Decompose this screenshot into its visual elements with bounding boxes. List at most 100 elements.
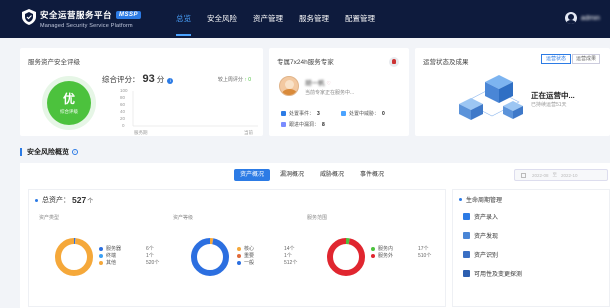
event-icon <box>281 111 286 116</box>
total-assets-label: 总资产： <box>42 197 70 204</box>
lifecycle-label: 资产发现 <box>474 234 499 240</box>
lifecycle-asset-identify[interactable]: 资产识别 <box>463 250 498 259</box>
user-menu[interactable]: admin <box>564 12 600 24</box>
lifecycle-asset-entry[interactable]: 资产录入 <box>463 212 498 221</box>
legend-name: 服务外 <box>378 253 394 259</box>
ops-status-card: 运营状态及成果 运营状态 运营成果 正在运营中... 已持续运营51天 <box>415 48 610 136</box>
score-trend-chart: 100 80 60 40 20 0 服务期 当前 <box>120 88 258 136</box>
lifecycle-availability-detect[interactable]: 可用性及变更探测 <box>463 269 522 278</box>
lifecycle-box: 生命周期管理 资产录入 资产发现 资产识别 可用性及变更探测 <box>452 189 610 307</box>
tab-ops-results[interactable]: 运营成果 <box>572 54 600 64</box>
last-week-label: 较上周评分 <box>217 77 243 83</box>
date-range-picker[interactable]: 2022-08 至 2022-10 <box>514 169 608 181</box>
nav-overview[interactable]: 总览 <box>168 0 199 38</box>
stat-handling-threats: 处置中威胁： 0 <box>341 110 385 117</box>
legend-name: 一般 <box>244 260 255 266</box>
y-tick: 0 <box>122 123 125 128</box>
tab-vuln-overview[interactable]: 漏洞概况 <box>274 169 310 181</box>
service-expert-card: 专属7x24h服务专家 胡一帆 ♡ 当前专家正在服务中... 处置事件： 3 处置… <box>269 48 409 136</box>
section-header: 安全风险概览 i <box>20 146 610 158</box>
expert-name: 胡一帆 ♡ <box>305 77 331 87</box>
app-subtitle: Managed Security Service Platform <box>40 23 133 29</box>
card-title: 运营状态及成果 <box>423 59 469 66</box>
stat-value: 3 <box>317 110 320 117</box>
nav-asset-management[interactable]: 资产管理 <box>245 0 291 38</box>
section-accent-bar <box>20 148 22 156</box>
nav-service-management[interactable]: 服务管理 <box>291 0 337 38</box>
expert-avatar <box>279 76 299 96</box>
bullet-dot <box>459 198 462 201</box>
legend-row: 终端 1个 <box>99 252 189 259</box>
overview-tabs: 资产概况 漏洞概况 威胁概况 事件概况 <box>234 169 394 181</box>
asset-type-legend: 服务器 6个 终端 1个 其他 520个 <box>99 245 189 266</box>
legend-value: 6个 <box>146 246 154 252</box>
y-tick: 60 <box>120 102 126 107</box>
stat-handled-events: 处置事件： 3 <box>281 110 320 117</box>
y-tick: 20 <box>120 116 126 121</box>
legend-row: 重要 1个 <box>237 252 327 259</box>
nav-config-management[interactable]: 配置管理 <box>337 0 383 38</box>
asset-security-rating-card: 服务资产安全评级 优 综合评级 综合评分： 93 分 i 较上周评分 ↑ 0 1… <box>20 48 263 136</box>
risk-overview-panel: 资产概况 漏洞概况 威胁概况 事件概况 2022-08 至 2022-10 总资… <box>20 163 610 308</box>
asset-level-legend: 核心 14个 重要 1个 一般 512个 <box>237 245 327 266</box>
ops-duration-text: 已持续运营51天 <box>531 102 567 108</box>
card-title: 专属7x24h服务专家 <box>277 59 334 66</box>
date-separator: 至 <box>552 172 558 177</box>
asset-type-title: 资产类型 <box>39 215 60 221</box>
service-scope-title: 服务范围 <box>307 215 328 221</box>
legend-row: 服务外 510个 <box>371 252 461 259</box>
threat-icon <box>341 111 346 116</box>
legend-name: 核心 <box>244 246 255 252</box>
stat-label: 处置中威胁： <box>349 111 380 117</box>
legend-swatch <box>371 246 375 251</box>
y-tick: 40 <box>120 109 126 114</box>
legend-value: 510个 <box>418 253 432 259</box>
legend-swatch <box>99 260 103 265</box>
tab-event-overview[interactable]: 事件概况 <box>354 169 390 181</box>
nav-security-risk[interactable]: 安全风险 <box>199 0 245 38</box>
stat-tracking-vulns: 跟进中漏洞： 8 <box>281 121 325 128</box>
change-value: ↑ 0 <box>244 77 251 83</box>
tab-threat-overview[interactable]: 威胁概况 <box>314 169 350 181</box>
service-scope-donut <box>327 238 365 276</box>
y-tick: 80 <box>120 95 126 100</box>
legend-name: 服务器 <box>106 246 122 252</box>
total-assets: 总资产： 527 个 <box>35 195 93 205</box>
legend-row: 其他 520个 <box>99 259 189 266</box>
tab-ops-status[interactable]: 运营状态 <box>541 54 571 64</box>
app-title: 安全运营服务平台 <box>40 10 113 20</box>
legend-row: 服务器 6个 <box>99 245 189 252</box>
tab-asset-overview[interactable]: 资产概况 <box>234 169 271 181</box>
date-start: 2022-08 <box>532 172 549 178</box>
asset-type-donut <box>55 238 93 276</box>
legend-name: 服务内 <box>378 246 394 252</box>
total-assets-unit: 个 <box>87 198 94 205</box>
legend-row: 一般 512个 <box>237 259 327 266</box>
donut-slice <box>191 238 229 276</box>
legend-swatch <box>371 253 375 258</box>
user-name: admin <box>580 14 600 22</box>
stat-value: 0 <box>382 110 385 117</box>
grade-label: 综合评级 <box>60 109 78 114</box>
legend-value: 1个 <box>284 253 292 259</box>
thumb-icon <box>463 213 470 220</box>
ops-status-text: 正在运营中... <box>531 91 575 100</box>
info-icon[interactable]: i <box>167 78 174 84</box>
stat-value: 8 <box>322 121 325 128</box>
service-scope-legend: 服务内 17个 服务外 510个 <box>371 245 461 259</box>
date-end: 2022-10 <box>561 172 578 178</box>
last-week-change: 较上周评分 ↑ 0 <box>218 76 251 83</box>
info-icon[interactable]: i <box>72 149 78 155</box>
asset-overview-box: 总资产： 527 个 资产类型 服务器 6个 终端 1个 其他 520个 资产等级 核… <box>28 189 446 307</box>
headset-icon[interactable] <box>389 57 399 67</box>
lifecycle-asset-discovery[interactable]: 资产发现 <box>463 231 498 240</box>
legend-name: 其他 <box>106 260 117 266</box>
legend-value: 1个 <box>146 253 154 259</box>
score-unit: 分 <box>156 75 165 84</box>
x-tick-start: 服务期 <box>134 129 148 136</box>
calendar-icon <box>521 172 526 178</box>
score-label: 综合评分： <box>102 75 140 84</box>
legend-swatch <box>237 260 241 265</box>
user-avatar-icon <box>564 12 577 24</box>
lifecycle-title: 生命周期管理 <box>466 198 503 204</box>
